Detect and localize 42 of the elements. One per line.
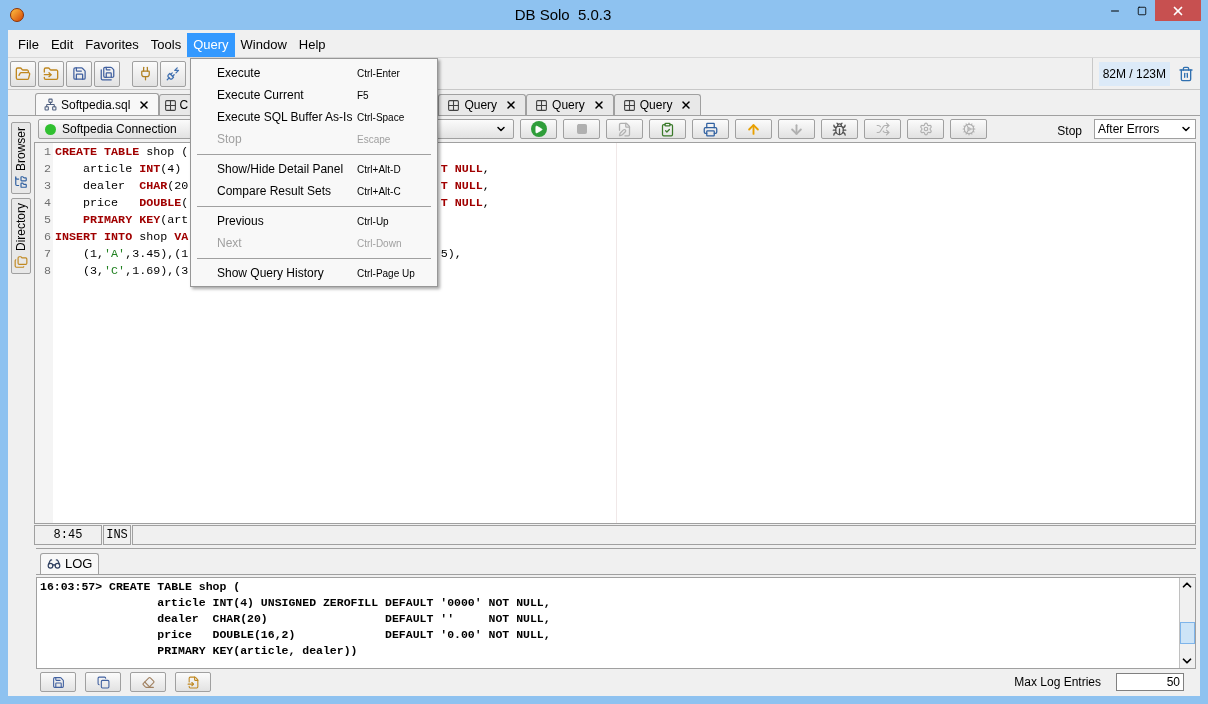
- tab-label: Query: [639, 97, 673, 114]
- code-line: CREATE TABLE shop (: [55, 145, 189, 159]
- tab-label: Softpedia.sql: [61, 96, 131, 114]
- line-number: 8: [44, 263, 51, 280]
- code-line: 5),: [440, 246, 462, 263]
- code-line: (3,'C',1.69),(3: [83, 264, 189, 278]
- insert-mode: INS: [103, 525, 131, 545]
- log-line: CREATE TABLE shop (: [109, 579, 241, 595]
- code-line: T NULL,: [440, 195, 490, 212]
- code-line: T NULL,: [440, 161, 490, 178]
- code-line: price DOUBLE(: [83, 196, 189, 210]
- tab-label: C: [179, 97, 189, 114]
- line-number: 2: [44, 161, 51, 178]
- memory-usage: 82M / 123M: [1098, 61, 1170, 86]
- log-line: article INT(4) UNSIGNED ZEROFILL DEFAULT '0000' NOT NULL,: [156, 595, 552, 611]
- log-line: PRIMARY KEY(article, dealer)): [156, 643, 359, 659]
- code-line: PRIMARY KEY(art: [83, 213, 189, 227]
- error-mode-value: After Errors: [1098, 121, 1161, 138]
- line-number: 6: [44, 229, 51, 246]
- tab-label: Query: [464, 97, 498, 114]
- side-tab-label: Browser: [13, 127, 29, 171]
- connection-name: Softpedia Connection: [62, 121, 178, 138]
- line-number: 7: [44, 246, 51, 263]
- line-number: 4: [44, 195, 51, 212]
- code-line: article INT(4): [83, 162, 182, 176]
- line-number: 1: [44, 144, 51, 161]
- code-line: (1,'A',3.45),(1: [83, 247, 189, 261]
- max-log-entries-label: Max Log Entries: [1014, 674, 1101, 691]
- code-line: dealer CHAR(20: [83, 179, 189, 193]
- window-title: DB Solo 5.0.3: [514, 4, 612, 25]
- error-mode-label: Stop: [1057, 123, 1082, 140]
- line-number: 5: [44, 212, 51, 229]
- line-number: 3: [44, 178, 51, 195]
- log-timestamp: 16:03:57>: [40, 579, 103, 595]
- cursor-position: 8:45: [34, 525, 102, 545]
- log-line: dealer CHAR(20) DEFAULT '' NOT NULL,: [156, 611, 552, 627]
- tab-label: Query: [552, 97, 585, 114]
- side-tab-label: Directory: [13, 203, 29, 252]
- log-line: price DOUBLE(16,2) DEFAULT '0.00' NOT NULL,: [156, 627, 552, 643]
- code-line: T NULL,: [440, 178, 490, 195]
- code-line: INSERT INTO shop VA: [55, 230, 189, 244]
- tab-label: LOG: [65, 555, 93, 574]
